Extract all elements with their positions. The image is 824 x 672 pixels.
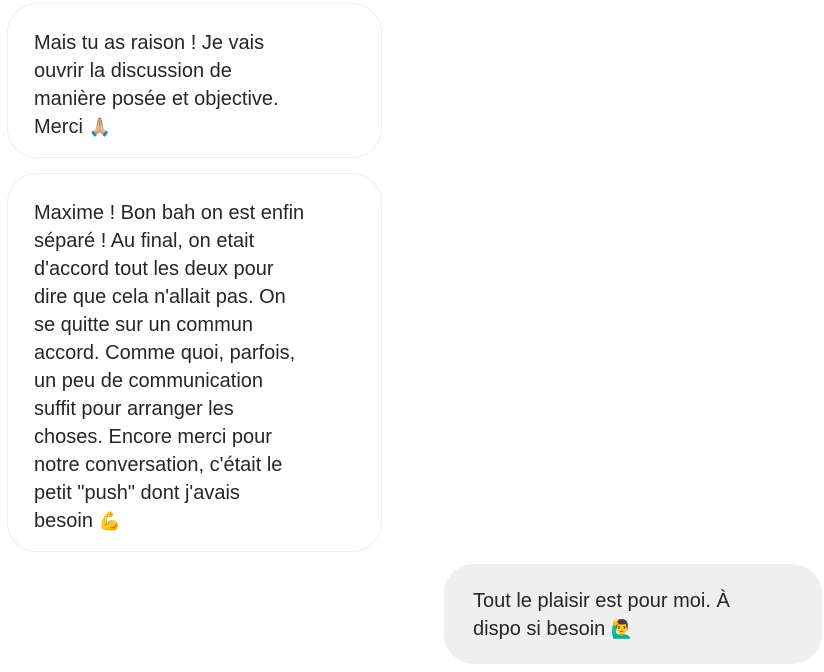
message-bubble-received[interactable]: Mais tu as raison ! Je vais ouvrir la di…: [7, 3, 382, 158]
message-text: Mais tu as raison ! Je vais ouvrir la di…: [34, 32, 279, 138]
message-text: Maxime ! Bon bah on est enfin séparé ! A…: [34, 202, 305, 532]
message-bubble-sent[interactable]: Tout le plaisir est pour moi. À dispo si…: [444, 564, 822, 664]
message-text: Tout le plaisir est pour moi. À dispo si…: [473, 590, 730, 640]
message-bubble-received[interactable]: Maxime ! Bon bah on est enfin séparé ! A…: [7, 173, 382, 552]
flexed-biceps-emoji-icon: 💪: [98, 511, 121, 532]
person-raising-hand-emoji-icon: 🙋‍♂️: [610, 619, 634, 640]
folded-hands-emoji-icon: 🙏🏼: [88, 117, 111, 138]
